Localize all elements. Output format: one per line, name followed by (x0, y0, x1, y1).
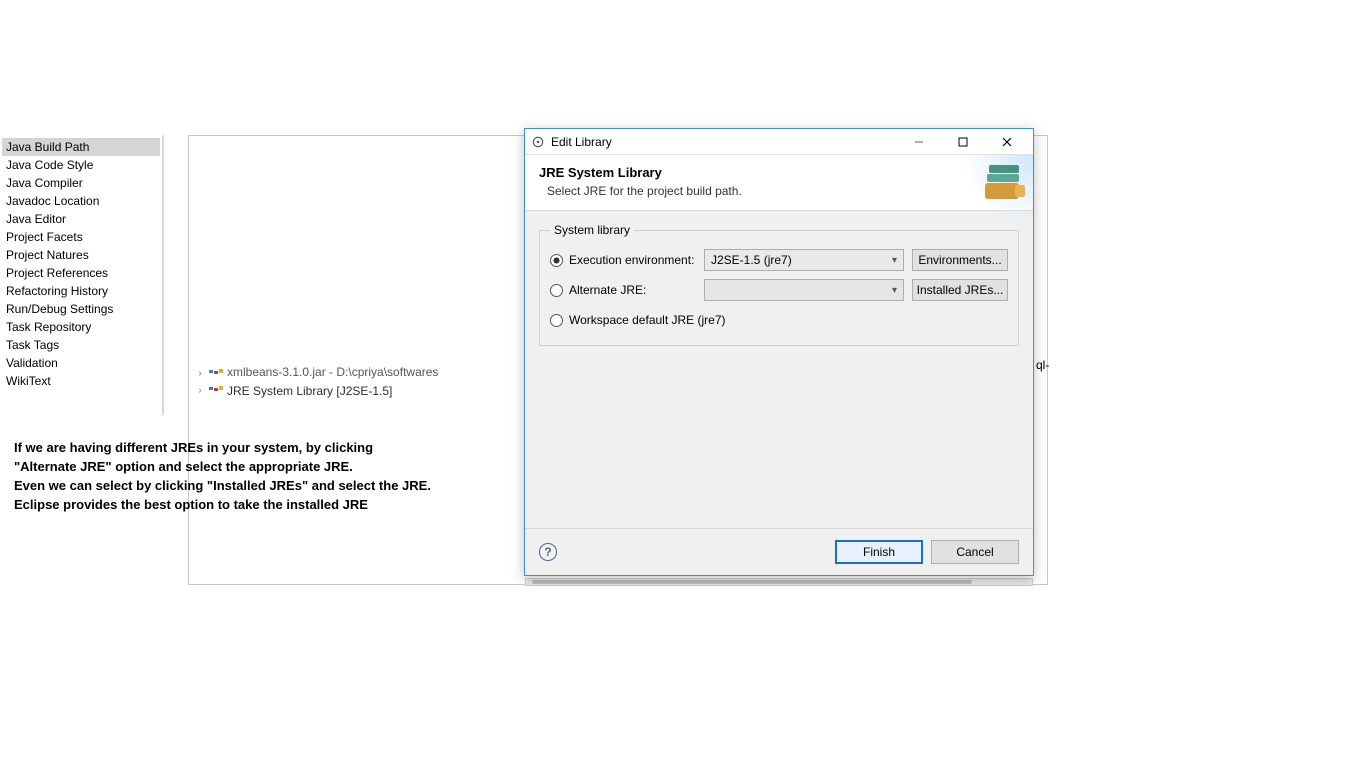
instruction-line: Even we can select by clicking "Installe… (14, 476, 431, 495)
edit-library-dialog: Edit Library JRE System Library Select J… (524, 128, 1034, 576)
library-icon (209, 385, 223, 397)
environments-button[interactable]: Environments... (912, 249, 1008, 271)
sidebar-item-task-repository[interactable]: Task Repository (2, 318, 160, 336)
cancel-button[interactable]: Cancel (931, 540, 1019, 564)
sidebar-item-project-natures[interactable]: Project Natures (2, 246, 160, 264)
sidebar-item-wikitext[interactable]: WikiText (2, 372, 160, 390)
finish-button[interactable]: Finish (835, 540, 923, 564)
chevron-down-icon: ▾ (892, 285, 897, 296)
expand-icon[interactable]: › (195, 385, 205, 396)
alternate-jre-radio[interactable]: Alternate JRE: (550, 283, 696, 297)
instruction-line: Eclipse provides the best option to take… (14, 495, 431, 514)
combo-value: J2SE-1.5 (jre7) (711, 253, 792, 267)
dialog-header: JRE System Library Select JRE for the pr… (525, 155, 1033, 211)
help-button[interactable]: ? (539, 543, 557, 561)
alternate-jre-combo[interactable]: ▾ (704, 279, 904, 301)
instruction-line: "Alternate JRE" option and select the ap… (14, 457, 431, 476)
expand-icon[interactable]: › (195, 368, 205, 379)
sidebar-item-task-tags[interactable]: Task Tags (2, 336, 160, 354)
truncated-background-text: ql- (1036, 358, 1049, 372)
close-button[interactable] (985, 129, 1029, 155)
radio-icon (550, 314, 563, 327)
tree-row-xmlbeans[interactable]: › xmlbeans-3.1.0.jar - D:\cpriya\softwar… (195, 365, 438, 382)
workspace-default-jre-row: Workspace default JRE (jre7) (550, 305, 1008, 335)
minimize-button[interactable] (897, 129, 941, 155)
execution-environment-row: Execution environment: J2SE-1.5 (jre7) ▾… (550, 245, 1008, 275)
sidebar-divider (162, 135, 164, 415)
library-books-icon (979, 161, 1027, 203)
cropped-overlay (195, 360, 525, 367)
maximize-button[interactable] (941, 129, 985, 155)
dialog-header-subtitle: Select JRE for the project build path. (547, 184, 1019, 198)
system-library-group: System library Execution environment: J2… (539, 223, 1019, 346)
tree-row-label: JRE System Library [J2SE-1.5] (227, 384, 392, 398)
radio-label-text: Workspace default JRE (jre7) (569, 313, 726, 327)
group-legend: System library (550, 223, 634, 237)
dialog-footer: ? Finish Cancel (525, 529, 1033, 575)
sidebar-item-java-code-style[interactable]: Java Code Style (2, 156, 160, 174)
sidebar-item-java-build-path[interactable]: Java Build Path (2, 138, 160, 156)
properties-category-list: Java Build Path Java Code Style Java Com… (2, 138, 160, 390)
dialog-title: Edit Library (551, 135, 897, 149)
radio-icon (550, 284, 563, 297)
jar-icon (209, 368, 223, 380)
sidebar-item-javadoc-location[interactable]: Javadoc Location (2, 192, 160, 210)
dialog-titlebar[interactable]: Edit Library (525, 129, 1033, 155)
radio-label-text: Execution environment: (569, 253, 694, 267)
radio-icon (550, 254, 563, 267)
chevron-down-icon: ▾ (892, 255, 897, 266)
sidebar-item-validation[interactable]: Validation (2, 354, 160, 372)
execution-environment-radio[interactable]: Execution environment: (550, 253, 696, 267)
sidebar-item-java-editor[interactable]: Java Editor (2, 210, 160, 228)
build-path-tree: › xmlbeans-3.1.0.jar - D:\cpriya\softwar… (195, 365, 438, 399)
sidebar-item-project-references[interactable]: Project References (2, 264, 160, 282)
radio-label-text: Alternate JRE: (569, 283, 646, 297)
instruction-line: If we are having different JREs in your … (14, 438, 431, 457)
tree-row-jre-system-library[interactable]: › JRE System Library [J2SE-1.5] (195, 382, 438, 399)
alternate-jre-row: Alternate JRE: ▾ Installed JREs... (550, 275, 1008, 305)
scrollbar-thumb[interactable] (532, 580, 972, 584)
sidebar-item-run-debug-settings[interactable]: Run/Debug Settings (2, 300, 160, 318)
dialog-header-title: JRE System Library (539, 165, 1019, 180)
sidebar-item-java-compiler[interactable]: Java Compiler (2, 174, 160, 192)
workspace-default-jre-radio[interactable]: Workspace default JRE (jre7) (550, 313, 726, 327)
instruction-text: If we are having different JREs in your … (14, 438, 431, 514)
eclipse-icon (531, 135, 545, 149)
sidebar-item-project-facets[interactable]: Project Facets (2, 228, 160, 246)
dialog-body: System library Execution environment: J2… (525, 211, 1033, 528)
horizontal-scrollbar[interactable] (525, 578, 1033, 586)
sidebar-item-refactoring-history[interactable]: Refactoring History (2, 282, 160, 300)
execution-environment-combo[interactable]: J2SE-1.5 (jre7) ▾ (704, 249, 904, 271)
installed-jres-button[interactable]: Installed JREs... (912, 279, 1008, 301)
